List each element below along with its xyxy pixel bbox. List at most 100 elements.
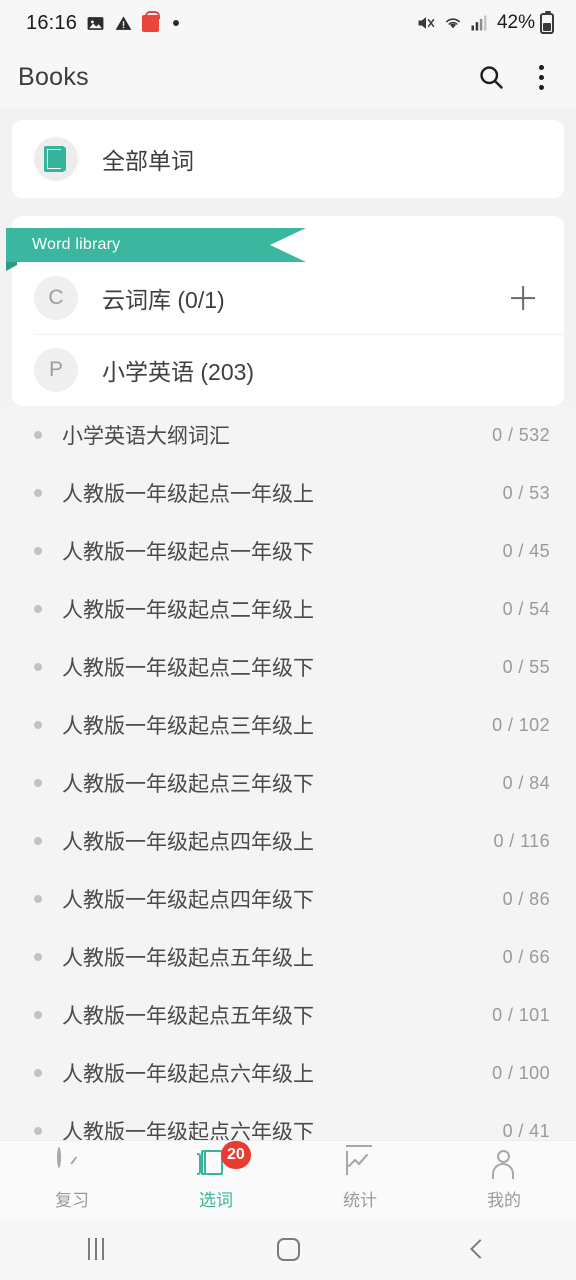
bullet-icon	[34, 953, 42, 961]
book-count: 0 / 41	[502, 1120, 550, 1141]
bullet-icon	[34, 605, 42, 613]
tab-statistics[interactable]: 统计	[288, 1141, 432, 1218]
book-count: 0 / 86	[502, 888, 550, 909]
book-count: 0 / 101	[492, 1004, 550, 1025]
bullet-icon	[34, 547, 42, 555]
add-icon[interactable]	[506, 281, 540, 315]
system-nav-bar	[0, 1218, 576, 1280]
badge-count: 20	[221, 1140, 251, 1169]
book-row[interactable]: 人教版一年级起点二年级上 0 / 54	[0, 580, 576, 638]
app-bar: Books	[0, 46, 576, 108]
bullet-icon	[34, 1011, 42, 1019]
book-count: 0 / 102	[492, 714, 550, 735]
status-bar: 16:16 42%	[0, 0, 576, 46]
book-title: 人教版一年级起点六年级上	[62, 1063, 314, 1086]
book-row[interactable]: 人教版一年级起点一年级下 0 / 45	[0, 522, 576, 580]
all-words-label: 全部单词	[102, 148, 194, 174]
library-name: 小学英语 (203)	[102, 359, 255, 385]
app-root: 16:16 42% Books 全部单词 Word library C 云词库 …	[0, 0, 576, 1280]
book-count: 0 / 55	[502, 656, 550, 677]
book-title: 人教版一年级起点一年级上	[62, 483, 314, 506]
book-row[interactable]: 人教版一年级起点四年级下 0 / 86	[0, 870, 576, 928]
book-list[interactable]: 小学英语大纲词汇 0 / 532 人教版一年级起点一年级上 0 / 53 人教版一年级起…	[0, 406, 576, 1140]
bullet-icon	[34, 1127, 42, 1135]
book-row[interactable]: 人教版一年级起点六年级下 0 / 41	[0, 1102, 576, 1140]
book-row[interactable]: 人教版一年级起点六年级上 0 / 100	[0, 1044, 576, 1102]
book-count: 0 / 116	[493, 830, 550, 851]
basket-icon	[142, 10, 161, 32]
book-title: 人教版一年级起点一年级下	[62, 541, 314, 564]
bullet-icon	[34, 837, 42, 845]
more-options-icon[interactable]	[535, 61, 548, 94]
tab-label: 统计	[343, 1190, 377, 1210]
tab-label: 选词	[199, 1190, 233, 1210]
image-icon	[87, 16, 104, 30]
status-time: 16:16	[26, 11, 78, 34]
recents-icon[interactable]	[0, 1238, 192, 1260]
tab-select-words[interactable]: 20 选词	[144, 1140, 288, 1218]
clock-icon	[57, 1146, 87, 1179]
tab-label: 复习	[55, 1190, 89, 1210]
library-name: 云词库 (0/1)	[102, 287, 225, 313]
book-icon: 20	[197, 1140, 251, 1179]
book-icon	[34, 137, 78, 181]
tab-profile[interactable]: 我的	[432, 1141, 576, 1218]
home-icon[interactable]	[192, 1237, 384, 1261]
bullet-icon	[34, 663, 42, 671]
book-count: 0 / 53	[502, 482, 550, 503]
book-count: 0 / 45	[502, 540, 550, 561]
bullet-icon	[34, 489, 42, 497]
book-title: 人教版一年级起点五年级下	[62, 1005, 314, 1028]
word-library-ribbon: Word library	[6, 228, 564, 271]
word-library-card: Word library C 云词库 (0/1) P 小学英语 (203)	[6, 216, 564, 406]
book-title: 人教版一年级起点四年级下	[62, 889, 314, 912]
avatar: P	[34, 348, 78, 392]
book-row[interactable]: 人教版一年级起点三年级下 0 / 84	[0, 754, 576, 812]
book-count: 0 / 532	[492, 424, 550, 445]
app-bar-actions	[477, 61, 548, 94]
bullet-icon	[34, 1069, 42, 1077]
book-title: 人教版一年级起点五年级上	[62, 947, 314, 970]
book-row[interactable]: 人教版一年级起点五年级上 0 / 66	[0, 928, 576, 986]
status-bar-left: 16:16	[26, 10, 180, 35]
bullet-icon	[34, 431, 42, 439]
bullet-icon	[34, 721, 42, 729]
book-count: 0 / 100	[492, 1062, 550, 1083]
book-title: 人教版一年级起点二年级下	[62, 657, 314, 680]
bullet-icon	[34, 895, 42, 903]
book-title: 人教版一年级起点三年级上	[62, 715, 314, 738]
book-row[interactable]: 人教版一年级起点四年级上 0 / 116	[0, 812, 576, 870]
bottom-tab-bar: 复习 20 选词 统计 我的	[0, 1140, 576, 1218]
status-bar-right: 42%	[415, 10, 554, 34]
book-title: 人教版一年级起点四年级上	[62, 831, 314, 854]
signal-icon	[471, 15, 487, 31]
book-row[interactable]: 人教版一年级起点三年级上 0 / 102	[0, 696, 576, 754]
search-icon[interactable]	[477, 63, 505, 91]
book-title: 小学英语大纲词汇	[62, 425, 230, 448]
tab-label: 我的	[487, 1190, 521, 1210]
book-count: 0 / 54	[502, 598, 550, 619]
book-row[interactable]: 人教版一年级起点一年级上 0 / 53	[0, 464, 576, 522]
book-count: 0 / 84	[502, 772, 550, 793]
all-words-card[interactable]: 全部单词	[12, 120, 564, 198]
avatar: C	[34, 276, 78, 320]
book-count: 0 / 66	[502, 946, 550, 967]
ribbon-label: Word library	[32, 236, 121, 253]
book-title: 人教版一年级起点二年级上	[62, 599, 314, 622]
book-row[interactable]: 人教版一年级起点二年级下 0 / 55	[0, 638, 576, 696]
dot-icon	[173, 20, 180, 26]
page-title: Books	[18, 62, 89, 91]
book-row[interactable]: 人教版一年级起点五年级下 0 / 101	[0, 986, 576, 1044]
book-title: 人教版一年级起点六年级下	[62, 1121, 314, 1140]
person-icon	[489, 1149, 519, 1179]
library-row-cloud[interactable]: C 云词库 (0/1)	[12, 262, 564, 334]
book-title: 人教版一年级起点三年级下	[62, 773, 314, 796]
library-row-primary-english[interactable]: P 小学英语 (203)	[12, 334, 564, 406]
back-icon[interactable]	[384, 1239, 576, 1259]
mute-icon	[418, 17, 435, 29]
book-row[interactable]: 小学英语大纲词汇 0 / 532	[0, 406, 576, 464]
battery-icon	[540, 10, 554, 34]
chart-icon	[345, 1144, 375, 1179]
tab-review[interactable]: 复习	[0, 1141, 144, 1218]
